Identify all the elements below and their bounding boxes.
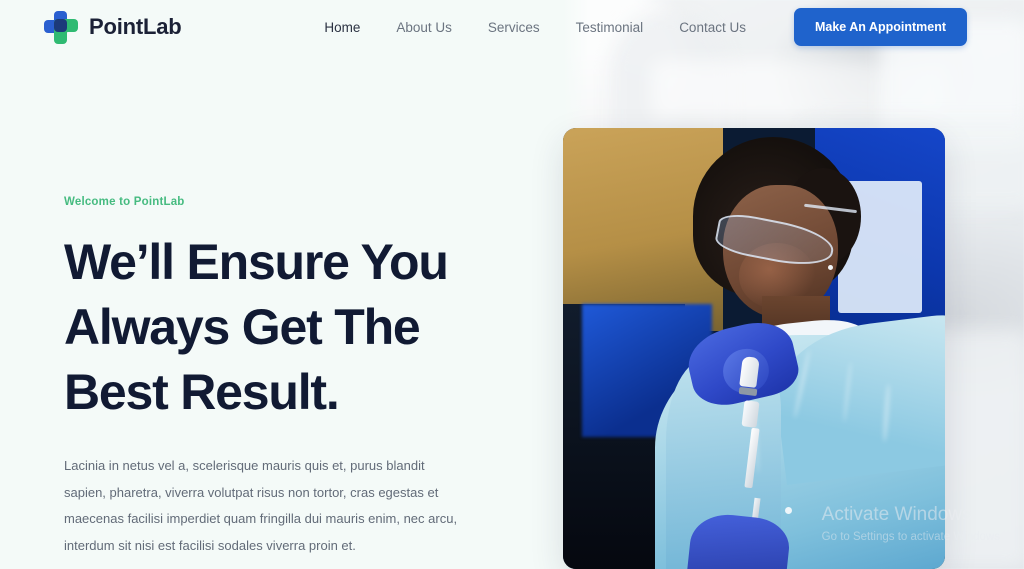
nav-item-contact-us[interactable]: Contact Us — [661, 20, 764, 35]
landing-page: PointLab Home About Us Services Testimon… — [0, 0, 1024, 569]
medical-cross-icon — [43, 10, 78, 45]
hero-headline: We’ll Ensure You Always Get The Best Res… — [64, 234, 449, 420]
brand-logo[interactable]: PointLab — [43, 10, 182, 45]
nav-item-home[interactable]: Home — [306, 20, 378, 35]
hero-eyebrow: Welcome to PointLab — [64, 196, 185, 208]
hero-paragraph: Lacinia in netus vel a, scelerisque maur… — [64, 458, 458, 553]
nav-item-services[interactable]: Services — [470, 20, 558, 35]
site-header: PointLab Home About Us Services Testimon… — [0, 0, 1024, 54]
hero-text-block: Welcome to PointLab We’ll Ensure You Alw… — [64, 196, 514, 560]
nav-item-testimonial[interactable]: Testimonial — [558, 20, 662, 35]
lab-scientist-photo — [563, 128, 945, 569]
brand-name: PointLab — [89, 14, 182, 39]
main-navigation: Home About Us Services Testimonial Conta… — [306, 8, 1024, 46]
make-appointment-button[interactable]: Make An Appointment — [793, 8, 967, 46]
hero-image-card — [563, 128, 945, 569]
nav-item-about-us[interactable]: About Us — [378, 20, 470, 35]
